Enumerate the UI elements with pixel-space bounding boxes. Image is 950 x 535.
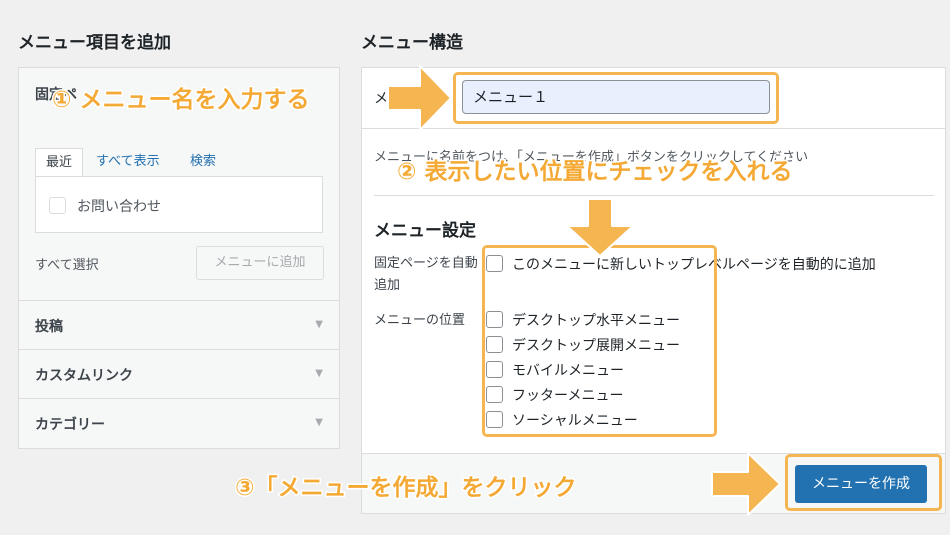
annotation-step-1: ① メニュー名を入力する <box>50 86 310 115</box>
arrow-right-icon <box>711 452 781 516</box>
arrow-right-icon <box>387 65 452 131</box>
arrow-down-icon <box>566 198 634 257</box>
annotation-step-2: ② 表示したい位置にチェックを入れる <box>395 158 793 187</box>
annotation-step-3: ③「メニューを作成」をクリック <box>233 474 577 503</box>
